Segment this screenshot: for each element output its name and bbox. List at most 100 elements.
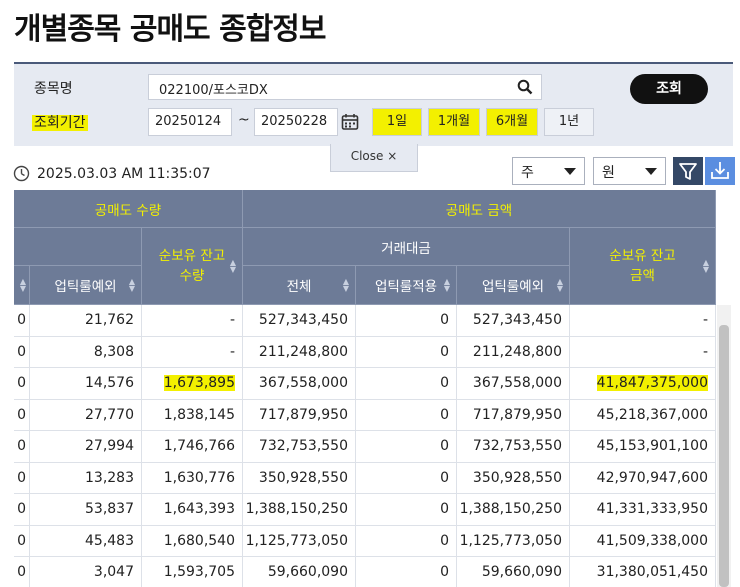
clock-icon [13, 165, 30, 182]
sort-icon[interactable]: ▲ ▼ [343, 278, 349, 293]
close-panel-button[interactable]: Close × [330, 144, 418, 172]
table-cell: 732,753,550 [457, 431, 570, 462]
header-spacer [14, 228, 142, 266]
group-header-trade-amount: 거래대금 [243, 228, 570, 266]
sort-icon[interactable]: ▲ ▼ [129, 278, 135, 293]
table-cell: 0 [14, 336, 30, 368]
table-row[interactable]: 0 27,770 1,838,145 717,879,950 0 717,879,950 4… [14, 399, 716, 431]
table-cell: 717,879,950 [457, 399, 570, 431]
table-row[interactable]: 0 27,994 1,746,766 732,753,550 0 732,753,550 4… [14, 431, 716, 463]
table-cell: 3,047 [30, 557, 142, 587]
table-cell: 1,838,145 [142, 399, 243, 431]
col-header-uptick-exempt-qty[interactable]: 업틱룰예외 ▲ ▼ [30, 266, 142, 305]
sort-icon[interactable]: ▲ ▼ [444, 278, 450, 293]
filter-button[interactable] [673, 157, 703, 185]
period-label: 조회기간 [32, 115, 88, 131]
table-row[interactable]: 0 14,576 1,673,895 367,558,000 0 367,558,000 4… [14, 368, 716, 400]
period-1y-button[interactable]: 1년 [544, 108, 594, 136]
period-1d-button[interactable]: 1일 [372, 108, 422, 136]
col-header-uptick-applied[interactable]: 업틱룰적용 ▲ ▼ [356, 266, 457, 305]
chevron-down-icon [564, 168, 576, 175]
table-cell: 211,248,800 [243, 336, 356, 368]
table-cell: 59,660,090 [243, 557, 356, 587]
table-cell: 21,762 [30, 305, 142, 336]
table-cell: 0 [356, 431, 457, 462]
date-to-input[interactable]: 20250228 [254, 108, 338, 136]
table-cell: 42,970,947,600 [570, 462, 716, 494]
sort-icon[interactable]: ▲ ▼ [557, 278, 563, 293]
table-cell: 1,388,150,250 [457, 494, 570, 525]
table-cell: 717,879,950 [243, 399, 356, 431]
table-cell: 211,248,800 [457, 336, 570, 368]
search-panel: 종목명 022100/포스코DX 조회 조회기간 20250124 ~ 2025… [14, 62, 733, 146]
table-cell: 14,576 [30, 368, 142, 399]
stock-value: 022100/포스코DX [159, 83, 268, 98]
table-cell: 41,331,333,950 [570, 494, 716, 525]
table-cell: 13,283 [30, 462, 142, 494]
timestamp: 2025.03.03 AM 11:35:07 [37, 166, 211, 182]
stock-search-input[interactable]: 022100/포스코DX [148, 74, 542, 100]
table-cell: 45,218,367,000 [570, 399, 716, 431]
table-cell: - [570, 336, 716, 368]
table-cell: 1,630,776 [142, 462, 243, 494]
table-cell: 0 [356, 336, 457, 368]
table-cell: 0 [356, 525, 457, 557]
table-cell: 1,643,393 [142, 494, 243, 525]
table-cell: 367,558,000 [243, 368, 356, 399]
date-separator: ~ [238, 112, 250, 128]
table-cell: 0 [356, 305, 457, 336]
table-cell: 0 [14, 462, 30, 494]
table-cell: 0 [14, 494, 30, 525]
search-icon[interactable] [517, 79, 533, 95]
table-row[interactable]: 0 13,283 1,630,776 350,928,550 0 350,928,550 4… [14, 462, 716, 494]
unit-select[interactable]: 주 [512, 157, 585, 185]
table-cell: 1,125,773,050 [243, 525, 356, 557]
unit-select-value: 주 [521, 165, 534, 181]
date-from-input[interactable]: 20250124 [148, 108, 232, 136]
table-cell: 0 [14, 431, 30, 462]
table-cell: 8,308 [30, 336, 142, 368]
table-cell: 31,380,051,450 [570, 557, 716, 587]
col-header-net-balance-qty[interactable]: 순보유 잔고수량 ▲ ▼ [142, 228, 243, 305]
table-row[interactable]: 0 21,762-527,343,450 0 527,343,450- [14, 305, 716, 337]
table-cell: 1,673,895 [142, 368, 243, 399]
col-header-total[interactable]: 전체 ▲ ▼ [243, 266, 356, 305]
table-cell: 53,837 [30, 494, 142, 525]
scrollbar-thumb[interactable] [719, 325, 729, 587]
vertical-scrollbar[interactable] [717, 305, 731, 587]
table-row[interactable]: 0 53,837 1,643,393 1,388,150,250 0 1,388,150,… [14, 494, 716, 526]
table-cell: 41,847,375,000 [570, 368, 716, 399]
group-header-quantity: 공매도 수량 [14, 190, 243, 228]
col-header-uptick-exempt-amt[interactable]: 업틱룰예외 ▲ ▼ [457, 266, 570, 305]
table-cell: 1,593,705 [142, 557, 243, 587]
table-row[interactable]: 0 8,308-211,248,800 0 211,248,800- [14, 336, 716, 368]
table-cell: 0 [14, 399, 30, 431]
calendar-icon[interactable] [341, 113, 359, 131]
sort-icon[interactable]: ▲ ▼ [20, 278, 26, 293]
table-cell: 45,483 [30, 525, 142, 557]
currency-select[interactable]: 원 [593, 157, 666, 185]
table-cell: 1,125,773,050 [457, 525, 570, 557]
query-button[interactable]: 조회 [630, 74, 708, 104]
table-row[interactable]: 0 45,483 1,680,540 1,125,773,050 0 1,125,773,… [14, 525, 716, 557]
table-row[interactable]: 0 3,047 1,593,705 59,660,090 0 59,660,090 31,3… [14, 557, 716, 587]
col-header-0[interactable]: ▲ ▼ [14, 266, 30, 305]
table-cell: - [142, 305, 243, 336]
table-cell: 367,558,000 [457, 368, 570, 399]
period-6m-button[interactable]: 6개월 [486, 108, 538, 136]
table-cell: 1,746,766 [142, 431, 243, 462]
sort-icon[interactable]: ▲ ▼ [703, 259, 709, 274]
table-cell: 1,388,150,250 [243, 494, 356, 525]
group-header-amount: 공매도 금액 [243, 190, 716, 228]
table-cell: 0 [14, 368, 30, 399]
table-cell: 0 [356, 557, 457, 587]
download-button[interactable] [705, 157, 735, 185]
table-cell: 0 [14, 557, 30, 587]
table-cell: 0 [356, 494, 457, 525]
chevron-down-icon [645, 168, 657, 175]
currency-select-value: 원 [602, 165, 615, 181]
col-header-net-balance-amt[interactable]: 순보유 잔고금액 ▲ ▼ [570, 228, 716, 305]
table-cell: 27,994 [30, 431, 142, 462]
period-1m-button[interactable]: 1개월 [428, 108, 480, 136]
sort-icon[interactable]: ▲ ▼ [230, 259, 236, 274]
